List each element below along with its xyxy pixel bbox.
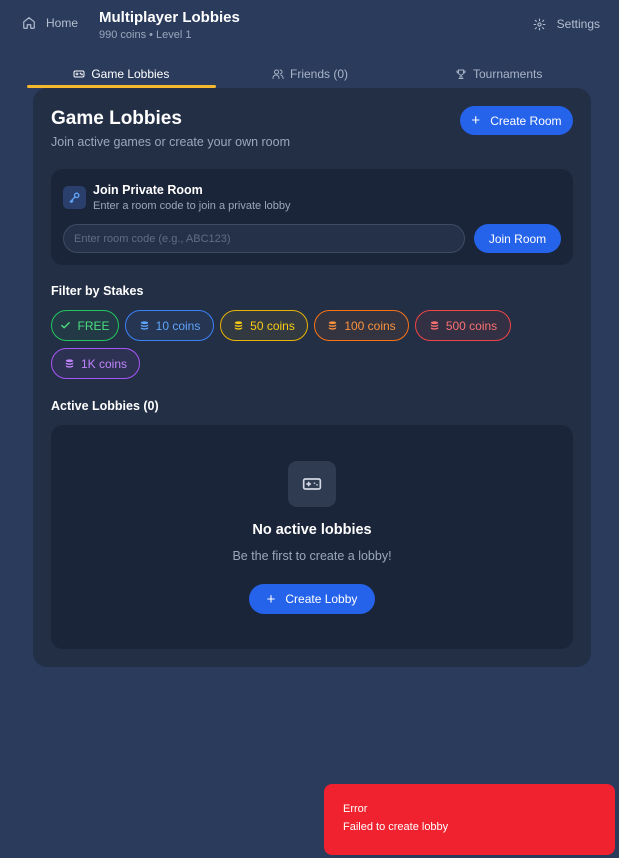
title-block: Multiplayer Lobbies 990 coins • Level 1 <box>99 9 240 41</box>
plus-icon: + <box>266 590 276 608</box>
coins-icon <box>140 321 148 330</box>
top-header: Home Multiplayer Lobbies 990 coins • Lev… <box>0 0 619 52</box>
tab-tournaments[interactable]: Tournaments <box>404 60 593 88</box>
create-room-button[interactable]: + Create Room <box>460 106 573 135</box>
stake-chip-10[interactable]: 10 coins <box>125 310 214 341</box>
tab-bar: Game Lobbies Friends (0) Tournaments <box>27 60 593 88</box>
empty-lobbies-state: No active lobbies Be the first to create… <box>51 425 573 649</box>
filter-label: Filter by Stakes <box>51 284 144 298</box>
coins-icon <box>430 321 438 330</box>
error-toast[interactable]: Error Failed to create lobby <box>324 784 615 855</box>
tab-friends[interactable]: Friends (0) <box>216 60 405 88</box>
active-lobbies-label: Active Lobbies (0) <box>51 399 159 413</box>
create-lobby-label: Create Lobby <box>285 592 358 606</box>
chip-label: 50 coins <box>250 318 295 333</box>
toast-message: Failed to create lobby <box>343 821 449 833</box>
empty-subtitle: Be the first to create a lobby! <box>232 549 392 563</box>
chip-label: 100 coins <box>344 318 396 333</box>
join-room-button[interactable]: Join Room <box>474 224 561 253</box>
empty-title: No active lobbies <box>252 522 372 538</box>
create-room-label: Create Room <box>490 113 562 128</box>
stake-chip-500[interactable]: 500 coins <box>415 310 511 341</box>
check-icon <box>61 322 71 329</box>
page-title: Multiplayer Lobbies <box>99 9 240 26</box>
gear-icon <box>533 18 546 30</box>
create-lobby-button[interactable]: + Create Lobby <box>249 584 375 614</box>
coins-icon <box>234 321 243 330</box>
chip-label: 500 coins <box>445 318 498 333</box>
section-subtitle: Join active games or create your own roo… <box>51 135 290 149</box>
gamepad-icon <box>302 478 322 490</box>
settings-button[interactable]: Settings <box>533 17 600 31</box>
chip-label: FREE <box>77 318 110 333</box>
gamepad-icon <box>73 70 85 78</box>
room-code-input[interactable] <box>63 224 465 253</box>
tab-label: Tournaments <box>472 67 543 81</box>
gamepad-icon-box <box>288 461 336 507</box>
stake-chip-100[interactable]: 100 coins <box>314 310 409 341</box>
game-lobbies-panel: Game Lobbies Join active games or create… <box>33 88 591 667</box>
stake-chip-50[interactable]: 50 coins <box>220 310 308 341</box>
tab-label: Friends (0) <box>290 67 349 81</box>
tab-label: Game Lobbies <box>91 67 170 81</box>
plus-icon: + <box>471 112 481 129</box>
home-label: Home <box>46 16 79 30</box>
stake-chip-1k[interactable]: 1K coins <box>51 348 140 379</box>
home-icon <box>23 17 35 29</box>
section-title: Game Lobbies <box>51 108 182 129</box>
toast-title: Error <box>343 803 368 815</box>
chip-label: 10 coins <box>155 318 201 333</box>
settings-label: Settings <box>556 17 600 31</box>
chip-label: 1K coins <box>80 356 128 371</box>
trophy-icon <box>456 69 466 79</box>
coins-icon <box>329 321 337 330</box>
private-room-subtitle: Enter a room code to join a private lobb… <box>93 200 291 212</box>
key-icon <box>69 192 80 204</box>
player-status: 990 coins • Level 1 <box>99 29 192 41</box>
key-icon-box <box>63 186 86 209</box>
private-room-title: Join Private Room <box>93 183 203 197</box>
coins-icon <box>65 359 74 368</box>
private-room-card: Join Private Room Enter a room code to j… <box>51 169 573 265</box>
tab-game-lobbies[interactable]: Game Lobbies <box>27 60 216 88</box>
stake-chip-free[interactable]: FREE <box>51 310 119 341</box>
home-button[interactable]: Home <box>22 16 78 30</box>
users-icon <box>272 69 284 79</box>
